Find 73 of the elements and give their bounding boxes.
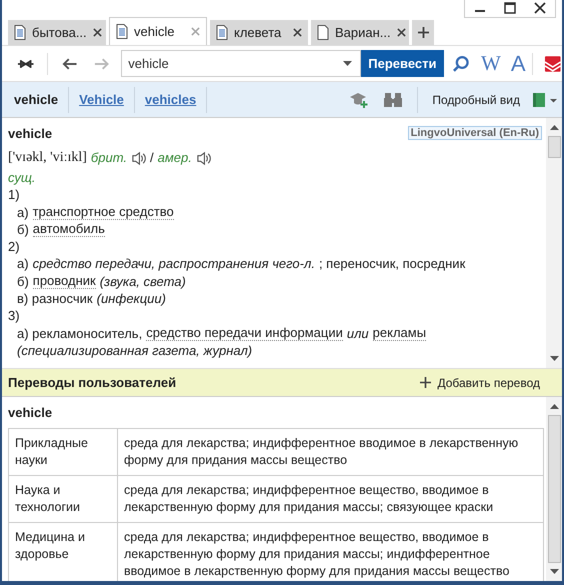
translation-link[interactable]: средство передачи информации — [146, 326, 343, 341]
close-icon[interactable] — [293, 28, 302, 37]
grammar-label: брит. — [90, 149, 127, 167]
separator-text: / — [150, 149, 154, 167]
document-icon — [317, 25, 329, 40]
detailed-view-button[interactable]: Подробный вид — [432, 92, 520, 106]
binoculars-icon[interactable] — [383, 90, 404, 108]
tab[interactable]: vehicle — [109, 17, 207, 45]
close-icon[interactable] — [92, 28, 102, 37]
usage-note: средство передачи, распространения чего-л. — [32, 255, 315, 273]
book-icon[interactable] — [532, 92, 558, 108]
usage-note: (специализированная газета, журнал) — [17, 342, 252, 360]
definition-text: 2) — [8, 238, 20, 256]
speaker-icon[interactable] — [131, 150, 146, 166]
definition-text: а) — [17, 255, 29, 273]
definition-text: 3) — [8, 307, 20, 325]
usage-note: (инфекции) — [96, 290, 166, 308]
usage-note: (звука, света) — [100, 272, 186, 290]
new-tab-button[interactable] — [412, 20, 434, 45]
scroll-down-icon[interactable] — [550, 569, 558, 574]
spelling-button[interactable]: A — [510, 50, 526, 76]
document-icon — [14, 25, 26, 40]
word-form-link[interactable]: vehicles — [140, 92, 206, 107]
headword: vehicle — [8, 126, 52, 140]
close-icon[interactable] — [396, 28, 406, 37]
document-icon — [116, 24, 128, 39]
scroll-up-icon[interactable] — [550, 125, 558, 130]
headword: vehicle — [8, 404, 54, 422]
scroll-thumb[interactable] — [548, 415, 560, 563]
definition-text: б) — [17, 272, 29, 290]
translation-link[interactable]: проводник — [32, 274, 96, 289]
tab[interactable]: Вариан... — [311, 20, 409, 45]
plus-icon — [420, 377, 432, 388]
scrollbar[interactable] — [546, 397, 562, 581]
definition-text: а) — [17, 204, 29, 221]
tab[interactable]: клевета — [210, 20, 308, 45]
tab[interactable]: бытова... — [8, 20, 106, 45]
search-icon[interactable] — [452, 54, 469, 72]
definition-text: в) разносчик — [17, 290, 93, 308]
table-cell: среда для лекарства; индифферентное вещество, вводимое в лекарственную форму для придания массы; связующее краски — [118, 476, 544, 522]
graduation-cap-plus-icon[interactable] — [349, 90, 370, 108]
scroll-thumb[interactable] — [548, 136, 560, 158]
word-form-link[interactable]: Vehicle — [75, 92, 134, 107]
dictionary-badge[interactable]: LingvoUniversal (En-Ru) — [408, 126, 542, 140]
logo-icon[interactable] — [544, 54, 562, 72]
section-title: Переводы пользователей — [8, 375, 176, 390]
usage-note: или — [346, 324, 369, 342]
translation-link[interactable]: рекламы — [372, 326, 426, 341]
dropdown-caret-icon[interactable] — [343, 61, 352, 66]
table-cell: Прикладные науки — [8, 428, 118, 476]
wikipedia-button[interactable]: W — [481, 51, 501, 76]
search-field[interactable]: vehicle — [121, 50, 362, 77]
scroll-down-icon[interactable] — [550, 356, 558, 361]
scrollbar[interactable] — [546, 118, 562, 368]
document-icon — [216, 25, 228, 40]
definition-text: ; переносчик, посредник — [318, 255, 466, 273]
grammar-label: сущ. — [8, 169, 36, 186]
grammar-label: амер. — [158, 149, 192, 167]
definition-text: б) — [17, 220, 29, 238]
scroll-up-icon[interactable] — [550, 404, 558, 409]
translate-button[interactable]: Перевести — [361, 50, 444, 77]
plus-icon — [418, 27, 428, 38]
table-cell: среда для лекарства; индифферентное вводимое в лекарственную форму для придания массы вещество — [118, 428, 544, 476]
definition-text: а) рекламоноситель, — [17, 324, 142, 342]
definition-text: 1) — [8, 186, 20, 204]
table-cell: Наука и технологии — [8, 476, 118, 522]
add-translation-button[interactable]: Добавить перевод — [420, 376, 540, 390]
table-cell: Медицина и здоровье — [8, 522, 118, 581]
translation-link[interactable]: транспортное средство — [32, 204, 174, 220]
word-form-link[interactable]: vehicle — [10, 92, 68, 107]
transcription: ['vɪəkl, 'viːɪkl] — [8, 149, 87, 167]
speaker-icon[interactable] — [196, 150, 211, 166]
translation-link[interactable]: автомобиль — [32, 222, 105, 238]
